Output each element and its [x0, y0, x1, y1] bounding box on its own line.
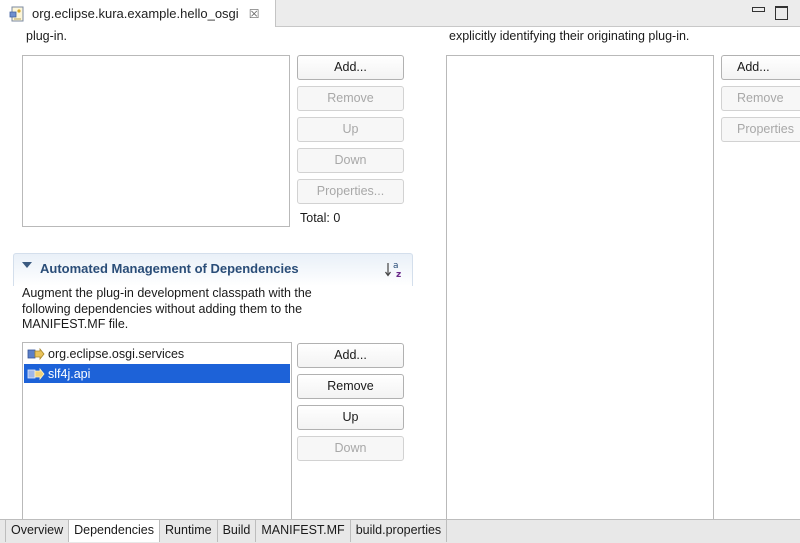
list-item[interactable]: org.eclipse.osgi.services [24, 344, 290, 363]
list-item-label: slf4j.api [48, 366, 91, 381]
editor-page-tabs: Overview Dependencies Runtime Build MANI… [0, 519, 800, 543]
required-plugins-description: plug-in. [26, 29, 67, 43]
auto-down-button[interactable]: Down [297, 436, 404, 461]
editor-tab-title: org.eclipse.kura.example.hello_osgi [32, 6, 239, 21]
plugin-manifest-icon [8, 5, 26, 23]
required-add-button[interactable]: Add... [297, 55, 404, 80]
auto-dependencies-section-header[interactable]: Automated Management of Dependencies a z [13, 253, 413, 286]
svg-text:z: z [396, 270, 401, 280]
editor-tab-strip: org.eclipse.kura.example.hello_osgi ☒ [0, 0, 800, 27]
list-item-label: org.eclipse.osgi.services [48, 346, 185, 361]
auto-remove-button[interactable]: Remove [297, 374, 404, 399]
tab-build-properties[interactable]: build.properties [351, 520, 448, 542]
required-down-button[interactable]: Down [297, 148, 404, 173]
required-plugins-list[interactable] [22, 55, 290, 227]
description-line: MANIFEST.MF file. [22, 317, 129, 331]
close-icon[interactable]: ☒ [249, 7, 260, 21]
plugin-icon [27, 346, 45, 362]
imported-add-button[interactable]: Add... [721, 55, 800, 80]
auto-section-description: Augment the plug-in development classpat… [22, 286, 312, 333]
sort-alphabetical-icon[interactable]: a z [384, 258, 406, 280]
editor-tab[interactable]: org.eclipse.kura.example.hello_osgi ☒ [0, 0, 276, 27]
tab-manifest[interactable]: MANIFEST.MF [256, 520, 351, 542]
tab-overview[interactable]: Overview [5, 520, 70, 542]
plugin-icon [27, 366, 45, 382]
required-remove-button[interactable]: Remove [297, 86, 404, 111]
tab-runtime[interactable]: Runtime [160, 520, 218, 542]
required-total-label: Total: 0 [300, 211, 341, 225]
collapse-triangle-icon[interactable] [22, 262, 32, 268]
list-item[interactable]: slf4j.api [24, 364, 290, 383]
maximize-icon[interactable] [774, 5, 788, 20]
description-line: following dependencies without adding th… [22, 301, 303, 316]
tab-build[interactable]: Build [218, 520, 257, 542]
description-line: Augment the plug-in development classpat… [22, 286, 312, 300]
section-title: Automated Management of Dependencies [40, 261, 299, 276]
imported-packages-list[interactable] [446, 55, 714, 525]
auto-up-button[interactable]: Up [297, 405, 404, 430]
imported-remove-button[interactable]: Remove [721, 86, 800, 111]
minimize-icon[interactable] [751, 5, 765, 19]
imported-properties-button[interactable]: Properties [721, 117, 800, 142]
required-up-button[interactable]: Up [297, 117, 404, 142]
tab-dependencies[interactable]: Dependencies [69, 519, 161, 542]
auto-add-button[interactable]: Add... [297, 343, 404, 368]
imported-packages-description: explicitly identifying their originating… [449, 29, 690, 43]
auto-dependencies-list[interactable]: org.eclipse.osgi.services slf4j.api [22, 342, 292, 525]
required-properties-button[interactable]: Properties... [297, 179, 404, 204]
